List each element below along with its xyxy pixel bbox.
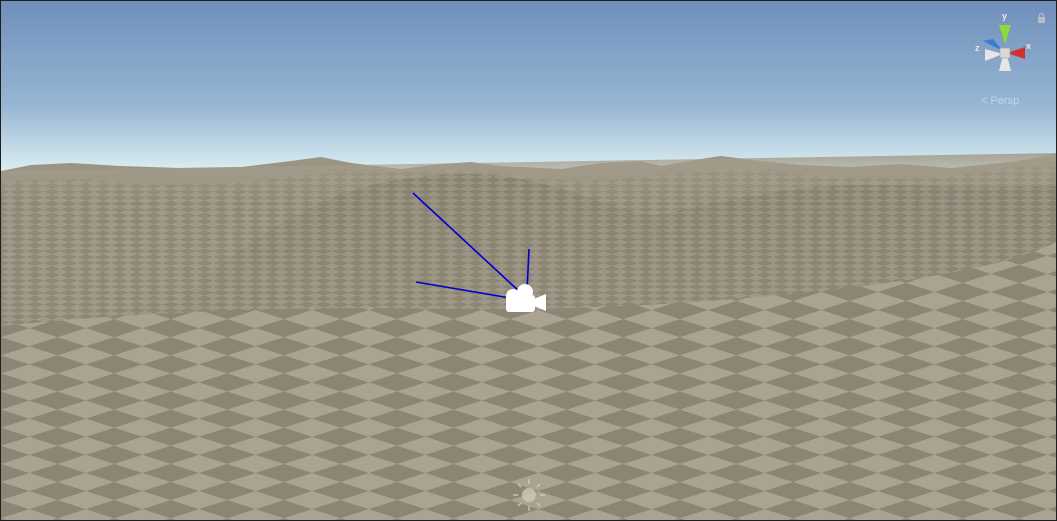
- scene-view[interactable]: [1, 1, 1057, 521]
- scene-viewport[interactable]: y x z < Persp: [0, 0, 1057, 521]
- y-axis-cone[interactable]: [999, 25, 1011, 44]
- lock-icon[interactable]: [1037, 13, 1046, 23]
- axis-gizmo-graphic[interactable]: [969, 11, 1049, 95]
- y-axis-label: y: [1002, 11, 1008, 21]
- projection-label[interactable]: < Persp: [981, 95, 1019, 107]
- center-cube[interactable]: [999, 47, 1011, 59]
- x-axis-label: x: [1026, 41, 1032, 51]
- z-axis-label: z: [975, 43, 980, 53]
